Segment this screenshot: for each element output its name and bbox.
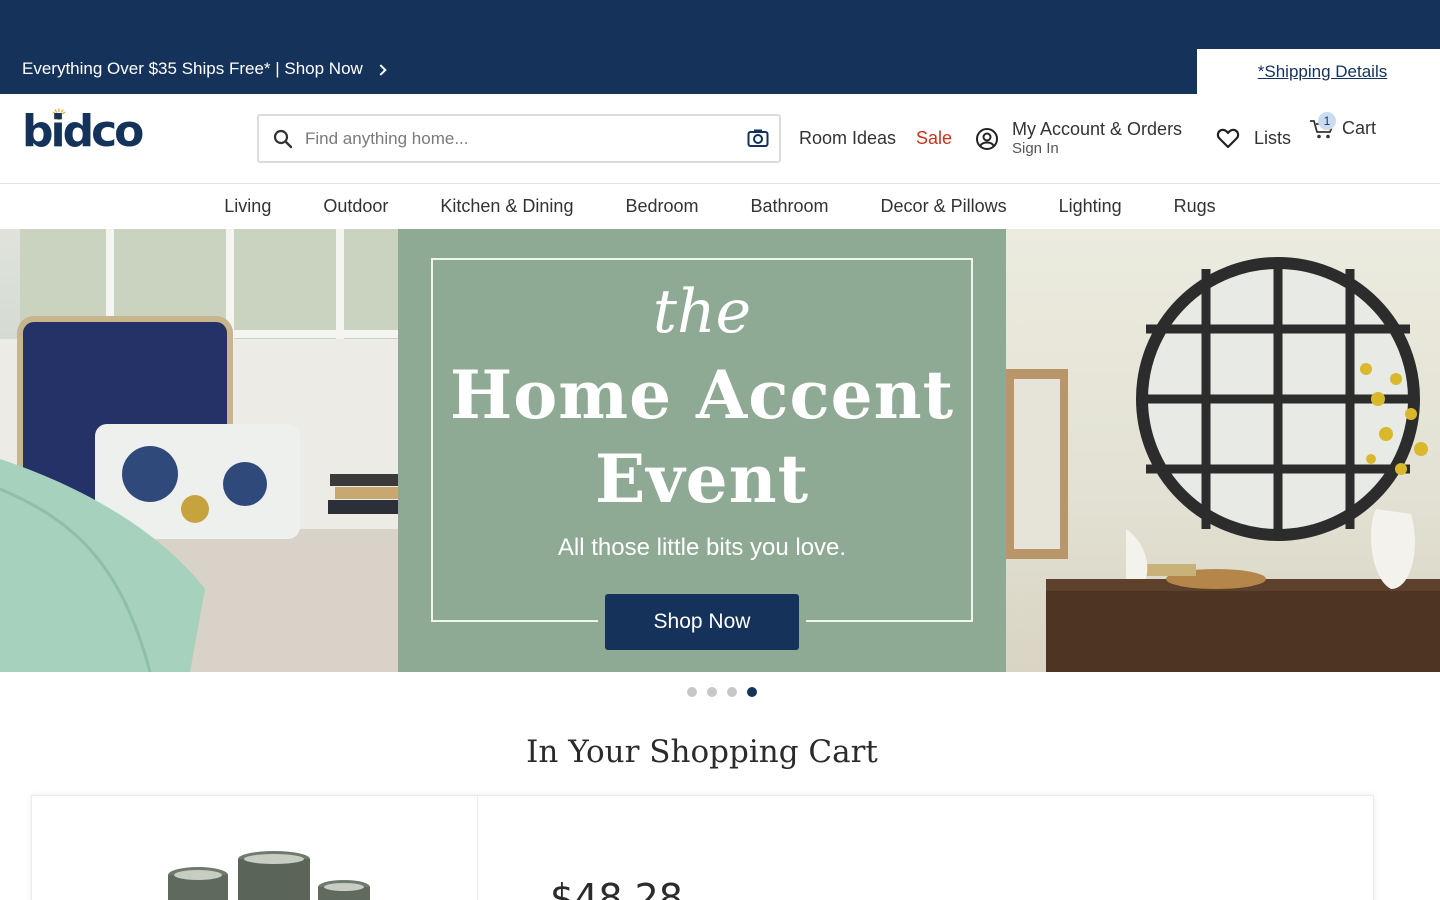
carousel-dots (0, 687, 1440, 697)
logo-wordmark: bidco (22, 106, 144, 157)
category-kitchen-dining[interactable]: Kitchen & Dining (440, 196, 573, 217)
cart-icon-wrap: 1 (1309, 112, 1336, 140)
carousel-dot-2[interactable] (707, 687, 717, 697)
account-menu[interactable]: My Account & Orders Sign In (975, 118, 1182, 158)
shipping-details-link[interactable]: *Shipping Details (1250, 62, 1387, 82)
hero-headline-line2: Event (594, 440, 810, 518)
mirror-illustration (1006, 257, 1440, 672)
search-icon[interactable] (273, 129, 293, 149)
category-rugs[interactable]: Rugs (1174, 196, 1216, 217)
cart-item-price: $48.28 (550, 876, 683, 900)
cart-label: Cart (1342, 117, 1377, 138)
camera-icon[interactable] (747, 128, 769, 148)
account-text: My Account & Orders Sign In (1012, 118, 1182, 158)
carousel-dot-4[interactable] (747, 687, 757, 697)
chevron-right-icon (375, 63, 387, 76)
window-seat-illustration (0, 229, 398, 672)
cart-link[interactable]: 1 Cart (1309, 112, 1377, 140)
cart-count-badge: 1 (1318, 112, 1336, 130)
lists-label: Lists (1254, 127, 1292, 148)
category-bedroom[interactable]: Bedroom (625, 196, 698, 217)
category-outdoor[interactable]: Outdoor (323, 196, 388, 217)
search-box (257, 114, 781, 163)
hero-promo-panel: the Home Accent Event All those little b… (398, 229, 1006, 672)
hero-the: the (652, 277, 752, 347)
account-title: My Account & Orders (1012, 119, 1183, 139)
cart-card-divider (477, 796, 478, 900)
product-image[interactable] (162, 851, 382, 900)
site-header: bidco Room Ideas Sale My Account & Order… (0, 94, 1440, 184)
carousel-dot-1[interactable] (687, 687, 697, 697)
hero-image-mirror (1006, 229, 1440, 672)
hero-banner[interactable]: the Home Accent Event All those little b… (0, 229, 1440, 672)
search-input[interactable] (305, 128, 725, 149)
logo[interactable]: bidco (22, 108, 144, 154)
cart-section-title: In Your Shopping Cart (526, 734, 878, 770)
heart-icon (1216, 128, 1240, 149)
hero-headline-line1: Home Accent (449, 356, 955, 434)
shipping-details-box: *Shipping Details (1197, 49, 1440, 94)
category-lighting[interactable]: Lighting (1059, 196, 1122, 217)
category-nav: Living Outdoor Kitchen & Dining Bedroom … (0, 184, 1440, 229)
category-living[interactable]: Living (224, 196, 271, 217)
category-decor-pillows[interactable]: Decor & Pillows (881, 196, 1007, 217)
hero-tagline: All those little bits you love. (557, 534, 847, 561)
promo-link[interactable]: Everything Over $35 Ships Free* | Shop N… (22, 59, 387, 79)
lists-link[interactable]: Lists (1216, 127, 1291, 149)
hero-image-window-seat (0, 229, 398, 672)
user-icon (976, 128, 998, 150)
promo-bar: Everything Over $35 Ships Free* | Shop N… (0, 0, 1440, 94)
promo-text[interactable]: Everything Over $35 Ships Free* | Shop N… (22, 59, 363, 79)
category-bathroom[interactable]: Bathroom (751, 196, 829, 217)
carousel-dot-3[interactable] (727, 687, 737, 697)
hero-shop-now-button[interactable]: Shop Now (605, 594, 799, 650)
hero-headline: Home Accent Event (398, 353, 1006, 521)
cart-item-card: $48.28 (31, 795, 1374, 900)
sale-link[interactable]: Sale (916, 128, 952, 149)
sign-in-link[interactable]: Sign In (1012, 140, 1182, 158)
room-ideas-link[interactable]: Room Ideas (799, 128, 896, 149)
